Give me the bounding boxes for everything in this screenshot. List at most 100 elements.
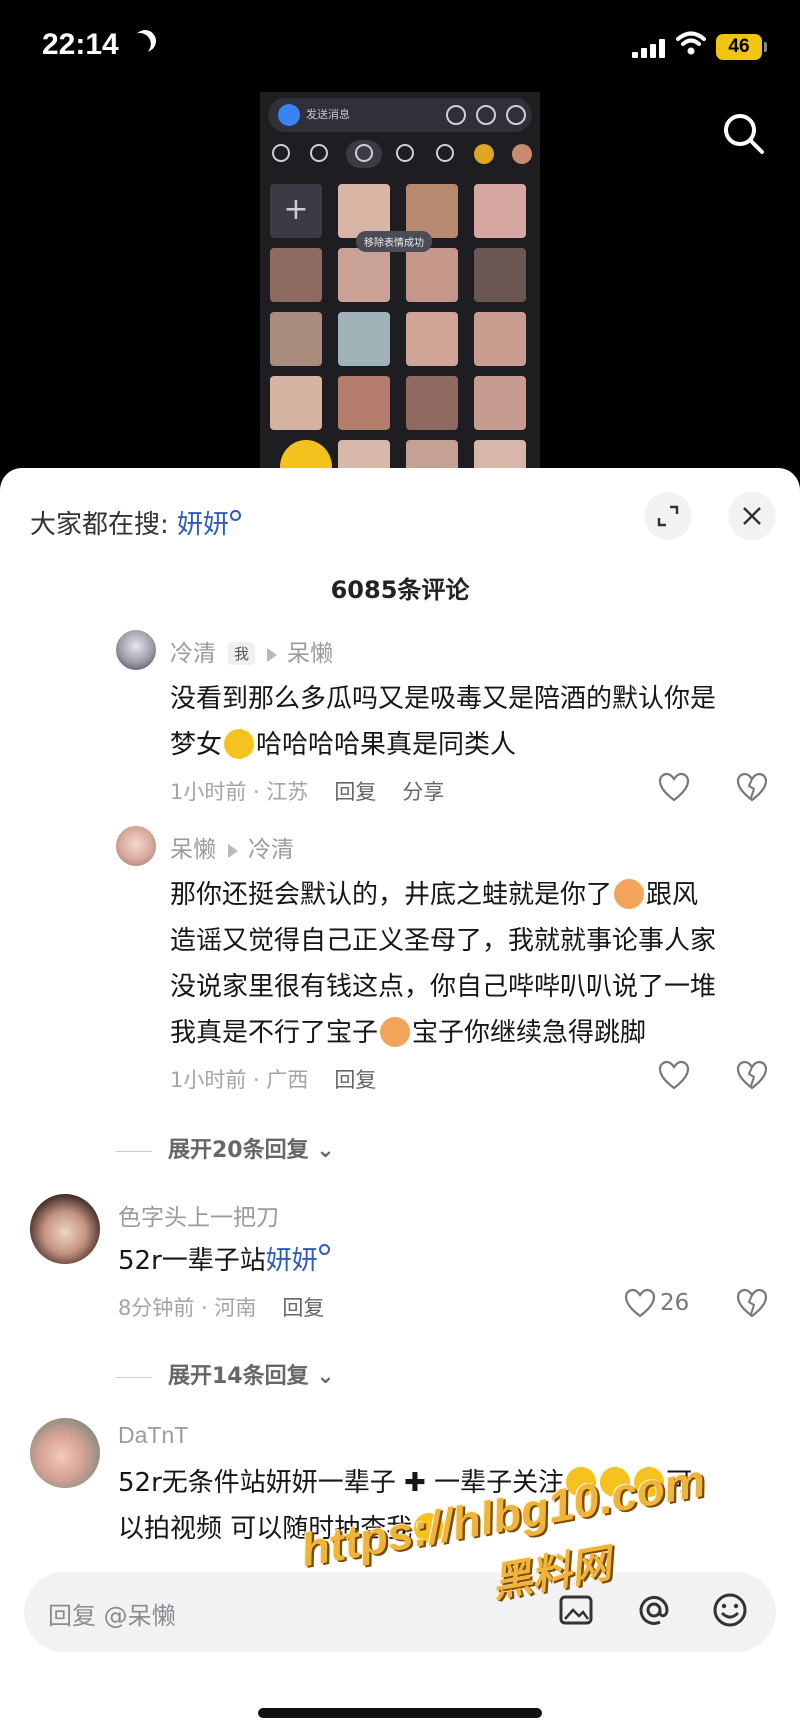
camera-icon: [278, 104, 300, 126]
comment-text: 52r无条件站妍妍一辈子 ✚ 一辈子关注 可 以拍视频 可以随时抽查我: [118, 1460, 778, 1552]
sticker: [474, 376, 526, 430]
sticker-tabs: [260, 136, 540, 172]
comment-line: 造谣又觉得自己正义圣母了，我就就事论事人家: [170, 926, 717, 956]
comment-line: 那你还挺会默认的，井底之蛙就是你了 跟风: [170, 872, 780, 918]
battery-indicator: 46: [716, 34, 767, 60]
comment-segment: 一辈子关注: [434, 1468, 565, 1498]
reply-arrow-icon: [267, 648, 278, 662]
comment-segment: 跟风: [646, 880, 699, 910]
like-heart-icon[interactable]: [624, 1288, 656, 1318]
reply-arrow-icon: [228, 844, 238, 858]
sticker: [270, 376, 322, 430]
fullscreen-icon: [657, 505, 679, 527]
search-icon[interactable]: [722, 112, 766, 156]
like-count: 26: [660, 1290, 690, 1316]
hot-search[interactable]: 大家都在搜: 妍妍: [30, 504, 242, 541]
comment-segment: 52r无条件站妍妍一辈子: [118, 1468, 396, 1498]
toast-message: 移除表情成功: [356, 231, 432, 252]
status-bar: 22:14 46: [0, 0, 800, 96]
avatar[interactable]: [30, 1418, 100, 1488]
reply-button[interactable]: 回复: [334, 1068, 376, 1092]
voice-icon: [446, 105, 466, 125]
avatar[interactable]: [116, 630, 156, 670]
comment-segment: 梦女: [170, 730, 223, 760]
mention-icon[interactable]: [634, 1590, 674, 1630]
sticker: [406, 376, 458, 430]
moon-icon: [130, 26, 160, 56]
sticker: [406, 312, 458, 366]
image-icon[interactable]: [556, 1590, 596, 1630]
laugh-cry-emoji-icon: [224, 729, 255, 759]
close-button[interactable]: [728, 492, 776, 540]
send-message-label: 发送消息: [306, 108, 350, 121]
comment-segment: 哈哈哈哈果真是同类人: [256, 730, 517, 760]
expand-button[interactable]: [644, 492, 692, 540]
search-icon: [272, 144, 290, 162]
expand-replies-label: 展开14条回复: [168, 1364, 309, 1389]
username[interactable]: DaTnT: [118, 1422, 188, 1449]
comment-meta: 1小时前 · 江苏 回复 分享: [170, 776, 470, 806]
smile-emoji-icon: [414, 1513, 445, 1543]
dislike-heart-icon[interactable]: [736, 1288, 768, 1318]
message-bar: 发送消息: [268, 98, 532, 132]
comment-line: 梦女 哈哈哈哈果真是同类人: [170, 722, 770, 768]
smile-emoji-icon: [600, 1467, 631, 1497]
emoji-icon[interactable]: [710, 1590, 750, 1630]
expand-replies-label: 展开20条回复: [168, 1138, 309, 1163]
sticker: [270, 312, 322, 366]
dislike-heart-icon[interactable]: [736, 1060, 768, 1090]
reply-button[interactable]: 回复: [334, 780, 376, 804]
comment-segment: 可: [666, 1468, 693, 1498]
sticker: [338, 312, 390, 366]
avatar[interactable]: [30, 1194, 100, 1264]
time-location: 8分钟前 · 河南: [118, 1296, 257, 1320]
expand-replies-button[interactable]: 展开14条回复 ⌄: [116, 1358, 335, 1390]
like-heart-icon[interactable]: [658, 1060, 690, 1090]
comment-segment: 以拍视频 可以随时抽查我: [118, 1514, 413, 1544]
gold-sticker-icon: [474, 144, 494, 164]
username[interactable]: 冷清: [170, 641, 216, 667]
self-badge: 我: [228, 642, 256, 665]
smile-emoji-icon: [566, 1467, 597, 1497]
hashtag-link[interactable]: 妍妍: [266, 1246, 318, 1276]
avatar[interactable]: [116, 826, 156, 866]
sticker: [338, 184, 390, 238]
username[interactable]: 色字头上一把刀: [118, 1198, 279, 1232]
plus-icon: [506, 105, 526, 125]
reply-to-username[interactable]: 呆懒: [287, 641, 333, 667]
comment-sheet: 大家都在搜: 妍妍 6085条评论 冷清我呆懒 没看到那么多瓜吗又是吸毒又是陪酒…: [0, 468, 800, 1732]
like-heart-icon[interactable]: [658, 772, 690, 802]
status-time: 22:14: [42, 28, 119, 61]
username[interactable]: 呆懒: [170, 837, 216, 863]
smile-icon: [310, 144, 328, 162]
home-indicator: [258, 1708, 542, 1718]
heart-icon: [355, 144, 373, 162]
reply-username: 呆懒 冷清: [170, 830, 294, 864]
keyboard-icon: [476, 105, 496, 125]
dislike-heart-icon[interactable]: [736, 772, 768, 802]
comment-line: 没说家里很有钱这点，你自己哔哔叭叭说了一堆: [170, 972, 717, 1002]
comment-text: 没看到那么多瓜吗又是吸毒又是陪酒的默认你是 梦女 哈哈哈哈果真是同类人: [170, 676, 770, 768]
comment-meta: 1小时前 · 广西 回复: [170, 1064, 402, 1094]
reply-input[interactable]: 回复 @呆懒: [24, 1572, 776, 1652]
reply-to-username[interactable]: 冷清: [248, 837, 294, 863]
reply-button[interactable]: 回复: [282, 1296, 324, 1320]
time-location: 1小时前 · 广西: [170, 1068, 309, 1092]
avatar-tab-icon: [512, 144, 532, 164]
time-location: 1小时前 · 江苏: [170, 780, 309, 804]
comment-line: 52r无条件站妍妍一辈子 ✚ 一辈子关注 可: [118, 1460, 778, 1506]
expand-replies-button[interactable]: 展开20条回复 ⌄: [116, 1132, 335, 1164]
comment-segment: 那你还挺会默认的，井底之蛙就是你了: [170, 880, 613, 910]
sound-icon: [396, 144, 414, 162]
reply-username: 冷清我 呆懒: [170, 634, 333, 668]
hug-emoji-icon: [614, 879, 645, 909]
hot-search-term[interactable]: 妍妍: [177, 510, 229, 540]
sticker: [338, 248, 390, 302]
video-frame[interactable]: 发送消息 + 移除表情成功: [260, 92, 540, 482]
hot-search-label: 大家都在搜:: [30, 510, 169, 540]
divider: [116, 1376, 152, 1378]
share-button[interactable]: 分享: [402, 780, 444, 804]
divider: [116, 1150, 152, 1152]
comment-text: 那你还挺会默认的，井底之蛙就是你了 跟风 造谣又觉得自己正义圣母了，我就就事论事人…: [170, 872, 780, 1056]
comment-meta: 8分钟前 · 河南 回复: [118, 1292, 350, 1322]
